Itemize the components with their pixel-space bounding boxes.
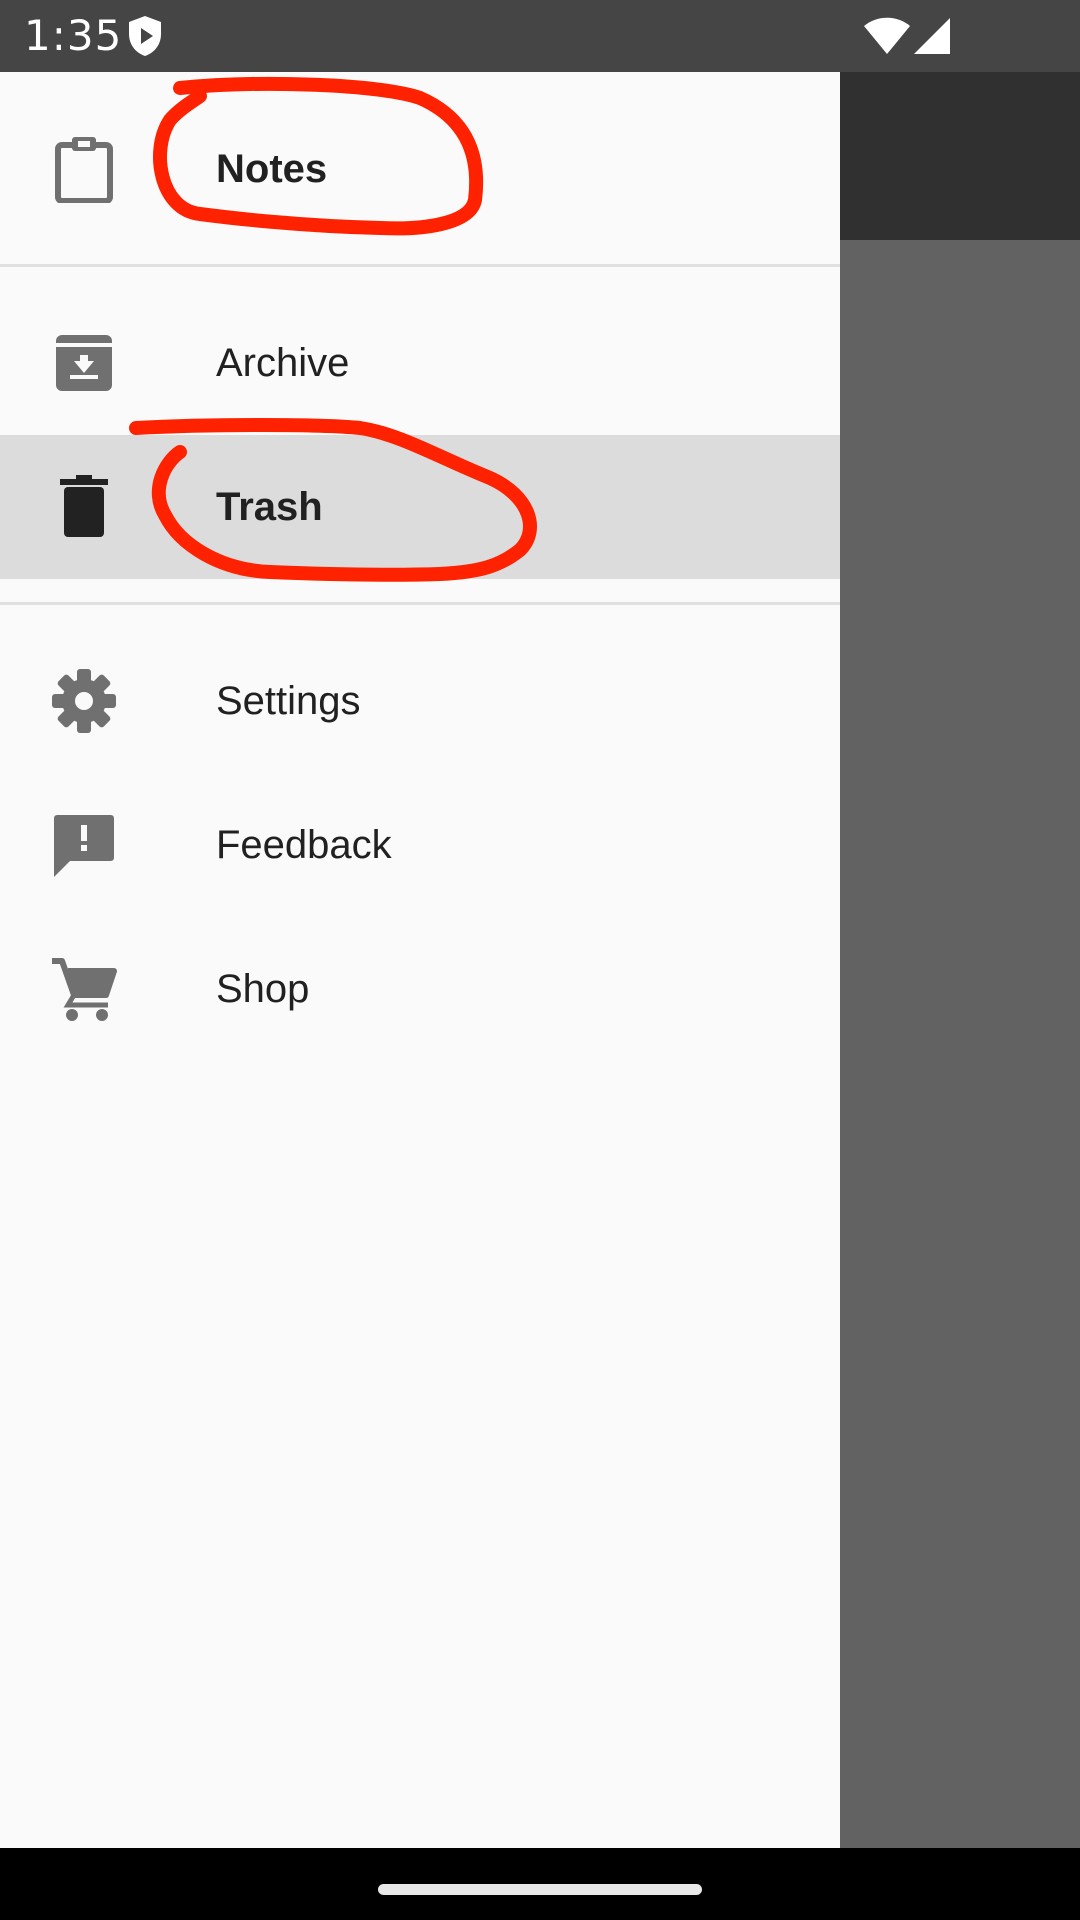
drawer-item-feedback[interactable]: Feedback [0,773,840,917]
wifi-icon [864,17,910,54]
clipboard-icon [55,137,113,203]
signal-icon [914,18,950,54]
drawer-item-label: Settings [216,679,361,723]
drawer-item-trash[interactable]: Trash [0,435,840,579]
drawer-item-settings[interactable]: Settings [0,629,840,773]
drawer-item-label: Notes [216,147,328,191]
gear-icon [52,669,116,733]
drawer-item-label: Archive [216,341,350,385]
feedback-icon [54,815,114,877]
drawer-item-shop[interactable]: Shop [0,917,840,1061]
divider [0,602,840,605]
archive-icon [56,335,112,391]
home-gesture-handle[interactable] [378,1884,702,1895]
scrimmed-app-bar [840,72,1080,240]
shield-play-icon [129,16,161,56]
drawer-item-label: Trash [216,485,323,529]
status-time: 1:35 [24,11,123,60]
status-bar: 1:35 [0,0,1080,72]
divider [0,264,840,267]
drawer-item-archive[interactable]: Archive [0,291,840,435]
cart-icon [52,958,117,1021]
navigation-drawer: Notes Archive Trash Settings Feedback Sh… [0,72,840,1848]
drawer-item-notes[interactable]: Notes [0,97,840,241]
drawer-item-label: Feedback [216,823,392,867]
trash-icon [60,475,108,537]
drawer-item-label: Shop [216,967,310,1011]
